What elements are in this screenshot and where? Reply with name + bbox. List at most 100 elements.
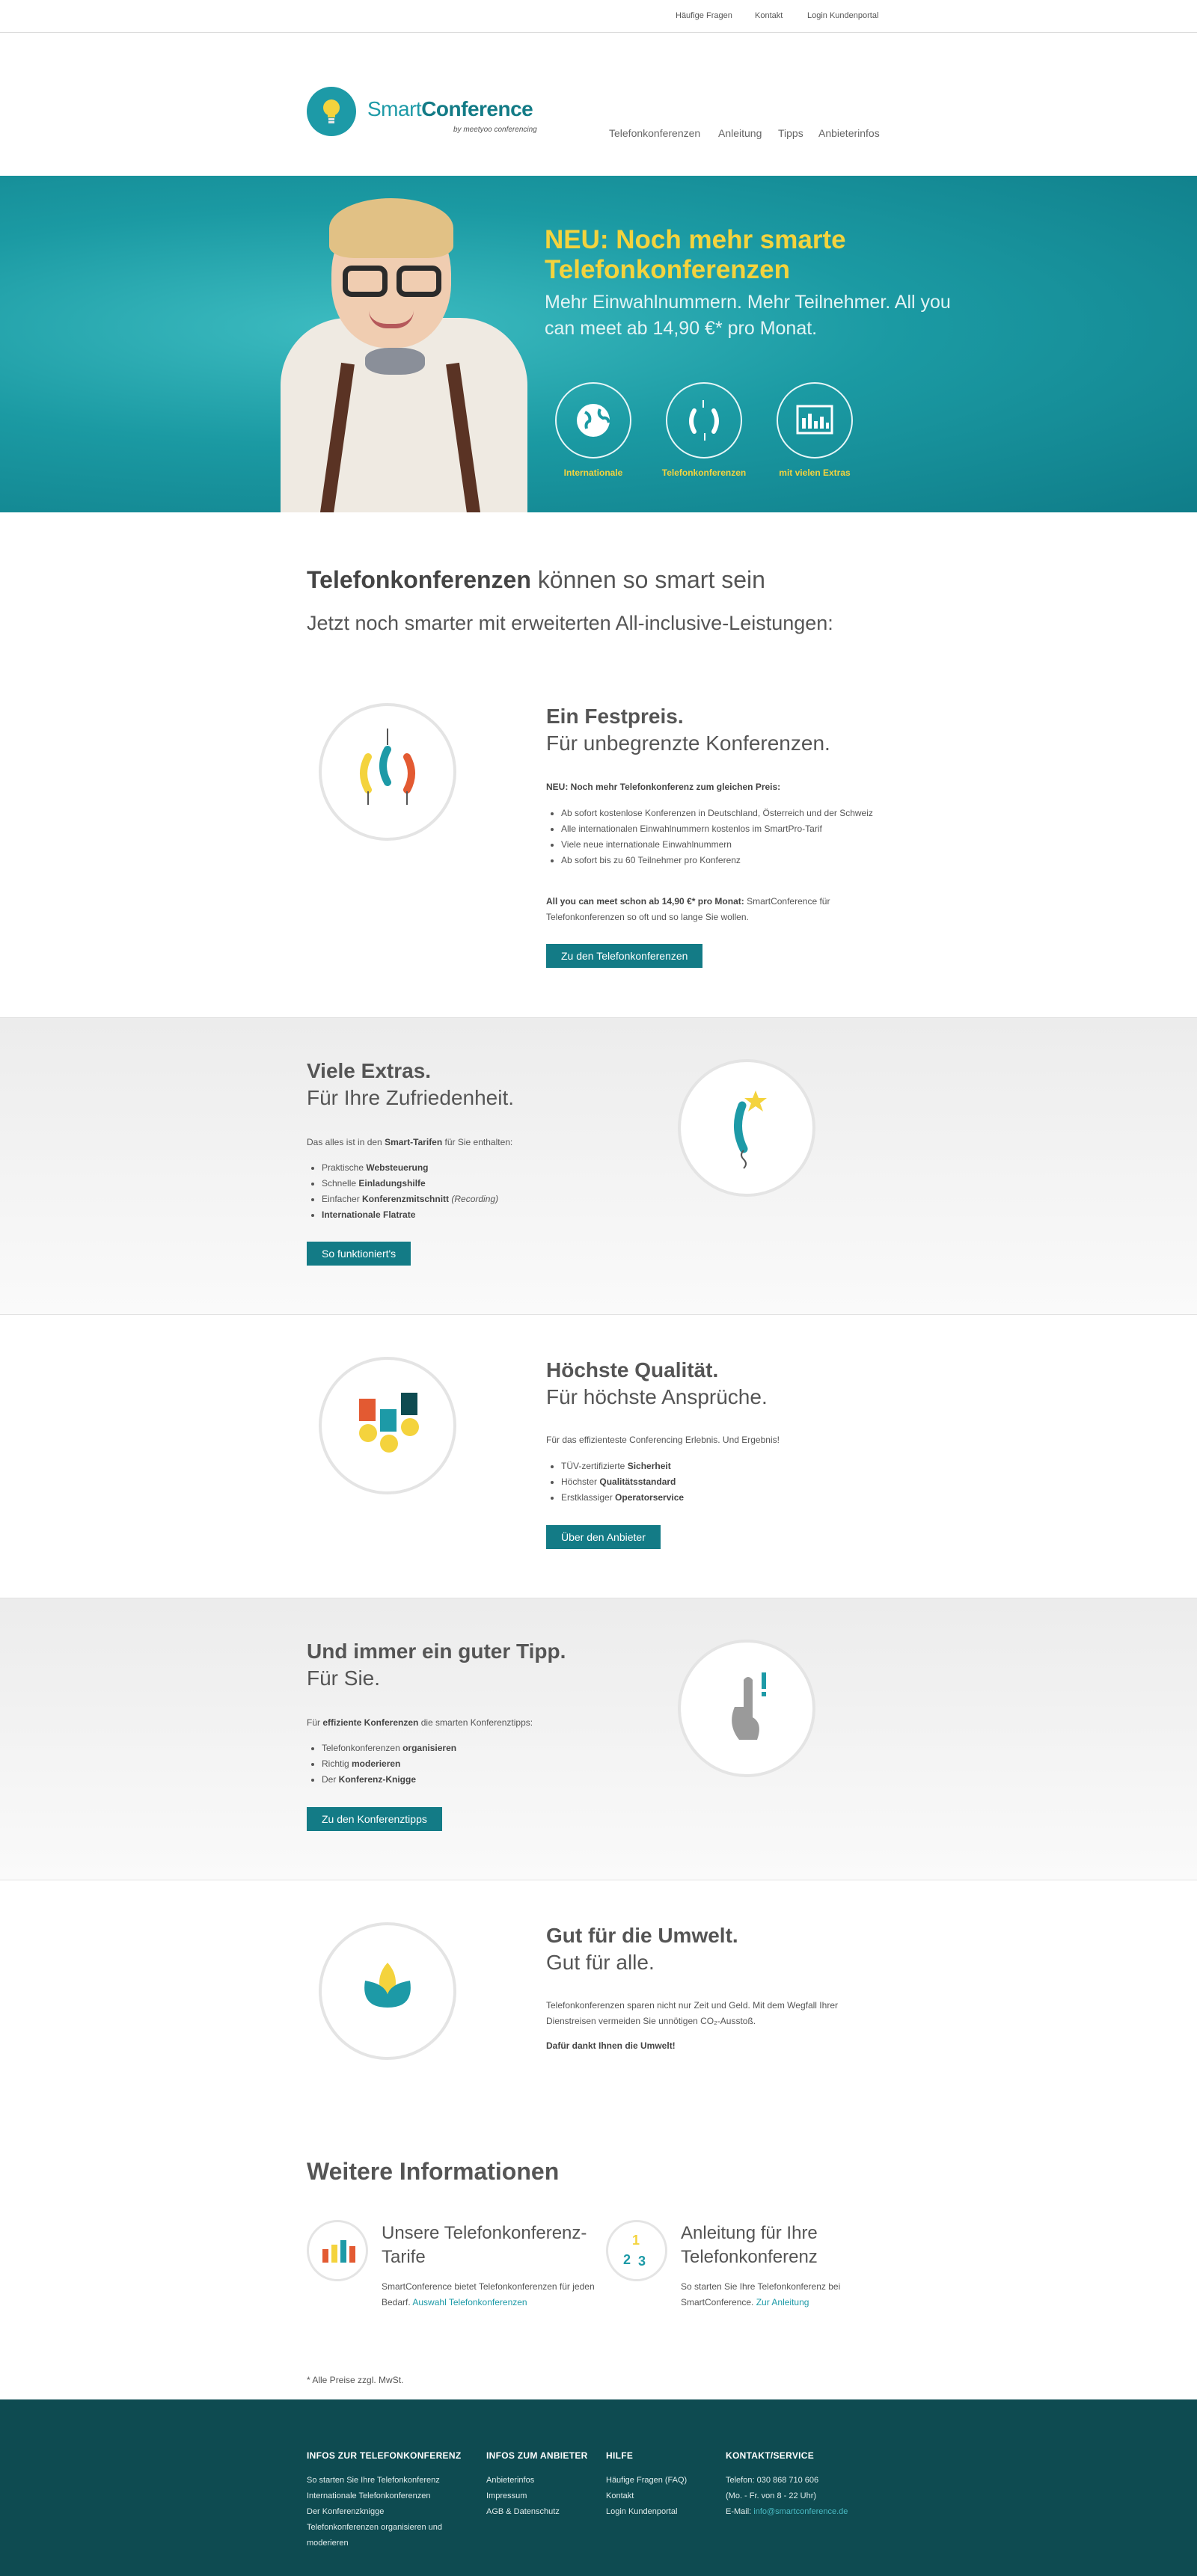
umwelt-title: Gut für die Umwelt. (546, 1924, 738, 1947)
telefonkonferenzen-button[interactable]: Zu den Telefonkonferenzen (546, 944, 703, 968)
nav-tipps[interactable]: Tipps (778, 127, 803, 139)
tarife-link[interactable]: Auswahl Telefonkonferenzen (412, 2297, 527, 2307)
umwelt-text: Telefonkonferenzen sparen nicht nur Zeit… (546, 2000, 838, 2026)
chart-screen-icon[interactable] (777, 382, 853, 459)
qualitaet-subtitle: Für höchste Ansprüche. (546, 1385, 768, 1408)
footer-heading: KONTAKT/SERVICE (726, 2450, 815, 2461)
qualitaet-title: Höchste Qualität. (546, 1358, 719, 1381)
footer-link[interactable]: Impressum (486, 2488, 598, 2504)
tarife-text: SmartConference bietet Telefonkonferenze… (382, 2281, 595, 2307)
footer: INFOS ZUR TELEFONKONFERENZ So starten Si… (0, 2399, 1197, 2576)
footer-email: E-Mail: info@smartconference.de (726, 2507, 848, 2516)
globe-icon[interactable] (555, 382, 631, 459)
festpreis-closing: All you can meet schon ab 14,90 €* pro M… (546, 896, 830, 922)
extras-subtitle: Für Ihre Zufriedenheit. (307, 1086, 515, 1109)
footer-email-link[interactable]: info@smartconference.de (753, 2507, 848, 2516)
umwelt-subtitle: Gut für alle. (546, 1951, 655, 1974)
logo-wordmark: SmartConference (367, 97, 533, 120)
hero-subtitle: Mehr Einwahlnummern. Mehr Teilnehmer. Al… (545, 292, 951, 339)
footer-link[interactable]: So starten Sie Ihre Telefonkonferenz (307, 2473, 471, 2488)
intro-subheading: Jetzt noch smarter mit erweiterten All-i… (307, 612, 833, 634)
leaves-icon (319, 1922, 456, 2060)
footer-heading: INFOS ZUM ANBIETER (486, 2450, 588, 2461)
logo-subtitle: by meetyoo conferencing (453, 126, 537, 134)
tipp-section (0, 1598, 1197, 1880)
tipp-title: Und immer ein guter Tipp. (307, 1640, 566, 1663)
pointing-hand-icon (678, 1640, 815, 1777)
list-item: Erstklassiger Operatorservice (561, 1490, 800, 1506)
weitere-heading: Weitere Informationen (307, 2158, 560, 2185)
tarife-title: Unsere Telefonkonferenz-Tarife (382, 2223, 587, 2267)
login-link[interactable]: Login Kundenportal (807, 11, 878, 20)
list-item: TÜV-zertifizierte Sicherheit (561, 1459, 800, 1474)
footer-col-kontakt: KONTAKT/SERVICE Telefon: 030 868 710 606… (726, 2450, 875, 2520)
footer-heading: HILFE (606, 2450, 634, 2461)
list-item: Der Konferenz-Knigge (322, 1772, 561, 1788)
contact-link[interactable]: Kontakt (755, 11, 783, 20)
so-funktionierts-button[interactable]: So funktioniert's (307, 1242, 411, 1266)
extras-lead: Das alles ist in den Smart-Tarifen für S… (307, 1137, 513, 1147)
nav-anbieterinfos[interactable]: Anbieterinfos (818, 127, 880, 139)
ueber-den-anbieter-button[interactable]: Über den Anbieter (546, 1525, 661, 1549)
festpreis-bullets: Ab sofort kostenlose Konferenzen in Deut… (546, 806, 890, 868)
faq-link[interactable]: Häufige Fragen (676, 11, 732, 20)
price-footnote: * Alle Preise zzgl. MwSt. (307, 2375, 404, 2385)
footer-hours: (Mo. - Fr. von 8 - 22 Uhr) (726, 2491, 817, 2500)
extras-section (0, 1017, 1197, 1315)
footer-col-anbieter: INFOS ZUM ANBIETER Anbieterinfos Impress… (486, 2450, 598, 2520)
anleitung-text: So starten Sie Ihre Telefonkonferenz bei… (681, 2281, 841, 2307)
phones-illustration-icon (319, 703, 456, 841)
footer-link[interactable]: Internationale Telefonkonferenzen (307, 2488, 471, 2504)
footer-link[interactable]: Anbieterinfos (486, 2473, 598, 2488)
tipp-subtitle: Für Sie. (307, 1666, 381, 1690)
medals-icon (319, 1357, 456, 1494)
list-item: Telefonkonferenzen organisieren (322, 1741, 561, 1756)
qualitaet-lead: Für das effizienteste Conferencing Erleb… (546, 1435, 780, 1445)
hero-icon-label-extras: mit vielen Extras (779, 467, 851, 478)
list-item: Einfacher Konferenzmitschnitt (Recording… (322, 1192, 561, 1207)
list-item: Schnelle Einladungshilfe (322, 1176, 561, 1192)
hero-icon-label-telefonkonferenzen: Telefonkonferenzen (661, 467, 747, 478)
list-item: Internationale Flatrate (322, 1207, 561, 1223)
tipp-lead: Für effiziente Konferenzen die smarten K… (307, 1717, 533, 1728)
top-bar: Häufige Fragen Kontakt Login Kundenporta… (0, 0, 1197, 33)
footer-link[interactable]: Login Kundenportal (606, 2504, 718, 2520)
list-item: Praktische Websteuerung (322, 1160, 561, 1176)
lightbulb-icon (307, 87, 356, 136)
festpreis-lead: NEU: Noch mehr Telefonkonferenz zum glei… (546, 782, 781, 792)
bars-icon (307, 2220, 368, 2281)
anleitung-title: Anleitung für Ihre Telefonkonferenz (681, 2223, 818, 2267)
list-item: Viele neue internationale Einwahlnummern (561, 837, 890, 853)
nav-anleitung[interactable]: Anleitung (718, 127, 762, 139)
hero-icon-label-international: Internationale (563, 467, 623, 478)
extras-bullets: Praktische Websteuerung Schnelle Einladu… (307, 1160, 561, 1223)
festpreis-title: Ein Festpreis. (546, 705, 684, 728)
footer-phone: Telefon: 030 868 710 606 (726, 2476, 819, 2485)
konferenztipps-button[interactable]: Zu den Konferenztipps (307, 1807, 442, 1831)
intro-heading: Telefonkonferenzen können so smart sein (307, 566, 765, 593)
tipp-bullets: Telefonkonferenzen organisieren Richtig … (307, 1741, 561, 1788)
list-item: Ab sofort bis zu 60 Teilnehmer pro Konfe… (561, 853, 890, 868)
footer-link[interactable]: Telefonkonferenzen organisieren und mode… (307, 2520, 471, 2551)
phone-star-icon (678, 1059, 815, 1197)
list-item: Ab sofort kostenlose Konferenzen in Deut… (561, 806, 890, 821)
footer-link[interactable]: AGB & Datenschutz (486, 2504, 598, 2520)
svg-text:3: 3 (638, 2254, 646, 2269)
footer-link[interactable]: Häufige Fragen (FAQ) (606, 2473, 718, 2488)
footer-heading: INFOS ZUR TELEFONKONFERENZ (307, 2450, 462, 2461)
list-item: Richtig moderieren (322, 1756, 561, 1772)
extras-title: Viele Extras. (307, 1059, 432, 1082)
nav-telefonkonferenzen[interactable]: Telefonkonferenzen (609, 127, 700, 139)
svg-text:1: 1 (632, 2233, 640, 2248)
festpreis-subtitle: Für unbegrenzte Konferenzen. (546, 732, 830, 755)
umwelt-closing: Dafür dankt Ihnen die Umwelt! (546, 2040, 676, 2051)
anleitung-link[interactable]: Zur Anleitung (756, 2297, 809, 2307)
footer-link[interactable]: Kontakt (606, 2488, 718, 2504)
svg-text:2: 2 (623, 2252, 631, 2267)
hero-title: NEU: Noch mehr smarte Telefonkonferenzen (545, 225, 846, 284)
phones-icon[interactable] (666, 382, 742, 459)
footer-link[interactable]: Der Konferenzknigge (307, 2504, 471, 2520)
list-item: Alle internationalen Einwahlnummern kost… (561, 821, 890, 837)
hero-banner: NEU: Noch mehr smarte Telefonkonferenzen… (0, 176, 1197, 512)
qualitaet-bullets: TÜV-zertifizierte Sicherheit Höchster Qu… (546, 1459, 800, 1506)
